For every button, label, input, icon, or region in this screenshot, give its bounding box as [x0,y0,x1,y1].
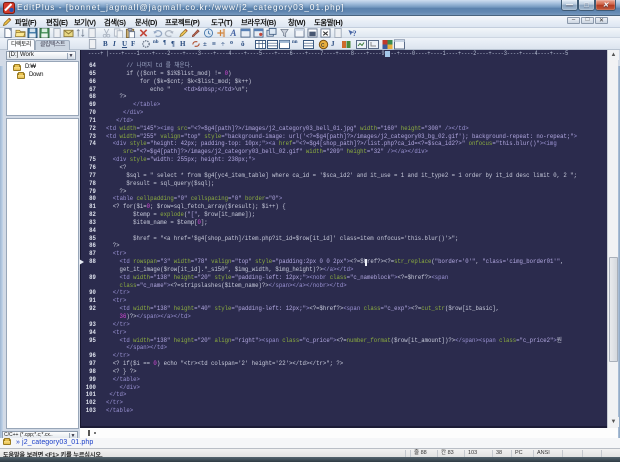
svg-text:c: c [321,42,325,49]
svg-text:?: ? [353,29,357,38]
svg-text:A: A [229,28,236,38]
